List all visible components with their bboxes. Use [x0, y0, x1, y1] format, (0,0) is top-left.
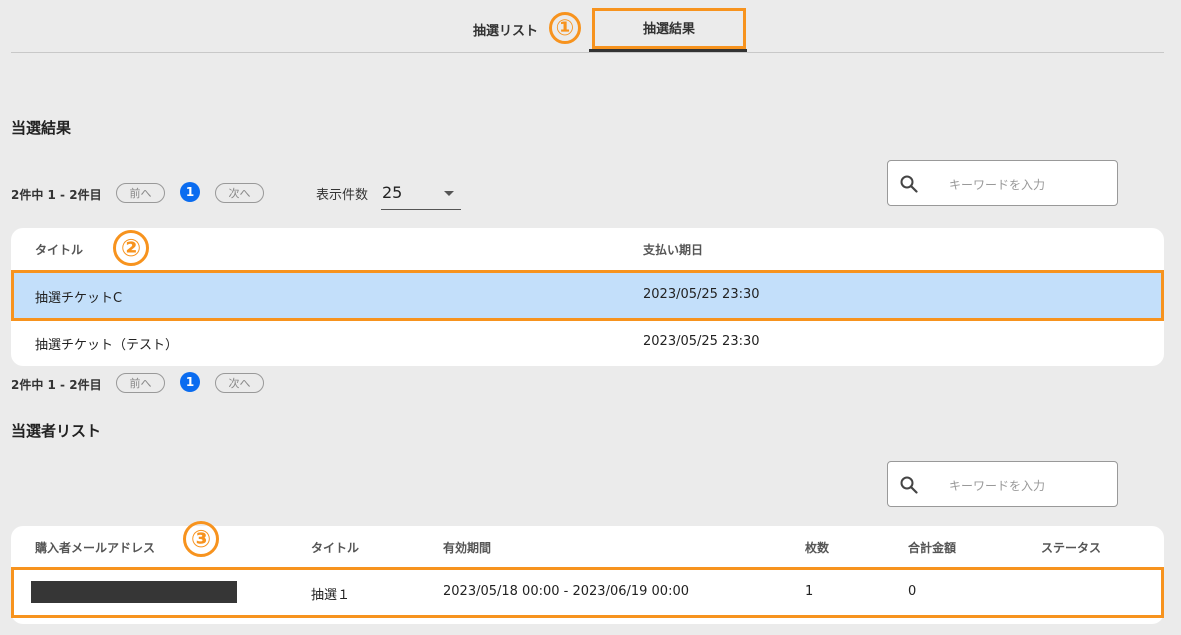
tab-lottery-results[interactable]: 抽選結果: [596, 10, 742, 45]
per-page-select-underline: [381, 209, 461, 210]
winner-row-title: 抽選１: [311, 588, 351, 603]
column-header-total[interactable]: 合計金額: [908, 539, 956, 556]
per-page-label: 表示件数: [316, 188, 369, 203]
search-icon: [900, 175, 918, 193]
chevron-down-icon[interactable]: [444, 191, 454, 196]
search-icon: [900, 476, 918, 494]
column-header-period[interactable]: 有効期間: [443, 539, 491, 556]
row-2-title[interactable]: 抽選チケット（テスト）: [35, 334, 178, 353]
tab-divider: [11, 52, 1164, 53]
pager-summary: 2件中 1 - 2件目: [11, 188, 102, 202]
tab-lottery-list[interactable]: 抽選リスト: [473, 20, 538, 39]
next-page-button[interactable]: 次へ: [215, 183, 264, 203]
column-header-title[interactable]: タイトル: [311, 539, 359, 556]
column-header-email[interactable]: 購入者メールアドレス: [35, 539, 155, 556]
section-title-results: 当選結果: [11, 119, 72, 137]
column-header-count[interactable]: 枚数: [805, 539, 829, 556]
annotation-marker-1: ①: [549, 12, 581, 44]
prev-page-button[interactable]: 前へ: [116, 183, 165, 203]
column-header-due-date[interactable]: 支払い期日: [643, 241, 703, 258]
section-title-winners: 当選者リスト: [11, 422, 102, 440]
next-page-button-bottom[interactable]: 次へ: [215, 373, 264, 393]
annotation-marker-2: ②: [113, 230, 149, 266]
row-1-due-date: 2023/05/25 23:30: [643, 287, 760, 302]
page-number-1[interactable]: 1: [180, 182, 200, 202]
pager-summary-bottom: 2件中 1 - 2件目: [11, 378, 102, 392]
per-page-select[interactable]: 25: [382, 183, 402, 202]
column-header-title[interactable]: タイトル: [35, 241, 83, 258]
winners-search-input[interactable]: キーワードを入力: [887, 461, 1118, 507]
row-1-title: 抽選チケットC: [35, 291, 123, 306]
page-number-1-bottom[interactable]: 1: [180, 372, 200, 392]
row-2-due-date: 2023/05/25 23:30: [643, 334, 760, 349]
redacted-email: [31, 581, 237, 603]
winner-row-total: 0: [908, 584, 917, 599]
winner-row-period: 2023/05/18 00:00 - 2023/06/19 00:00: [443, 584, 690, 599]
winner-row-count: 1: [805, 584, 814, 599]
search-placeholder: キーワードを入力: [949, 479, 1046, 493]
annotation-marker-3: ③: [183, 521, 219, 557]
results-search-input[interactable]: キーワードを入力: [887, 160, 1118, 206]
search-placeholder: キーワードを入力: [949, 178, 1046, 192]
prev-page-button-bottom[interactable]: 前へ: [116, 373, 165, 393]
highlight-row-selected: [11, 270, 1164, 321]
column-header-status[interactable]: ステータス: [1041, 539, 1101, 556]
